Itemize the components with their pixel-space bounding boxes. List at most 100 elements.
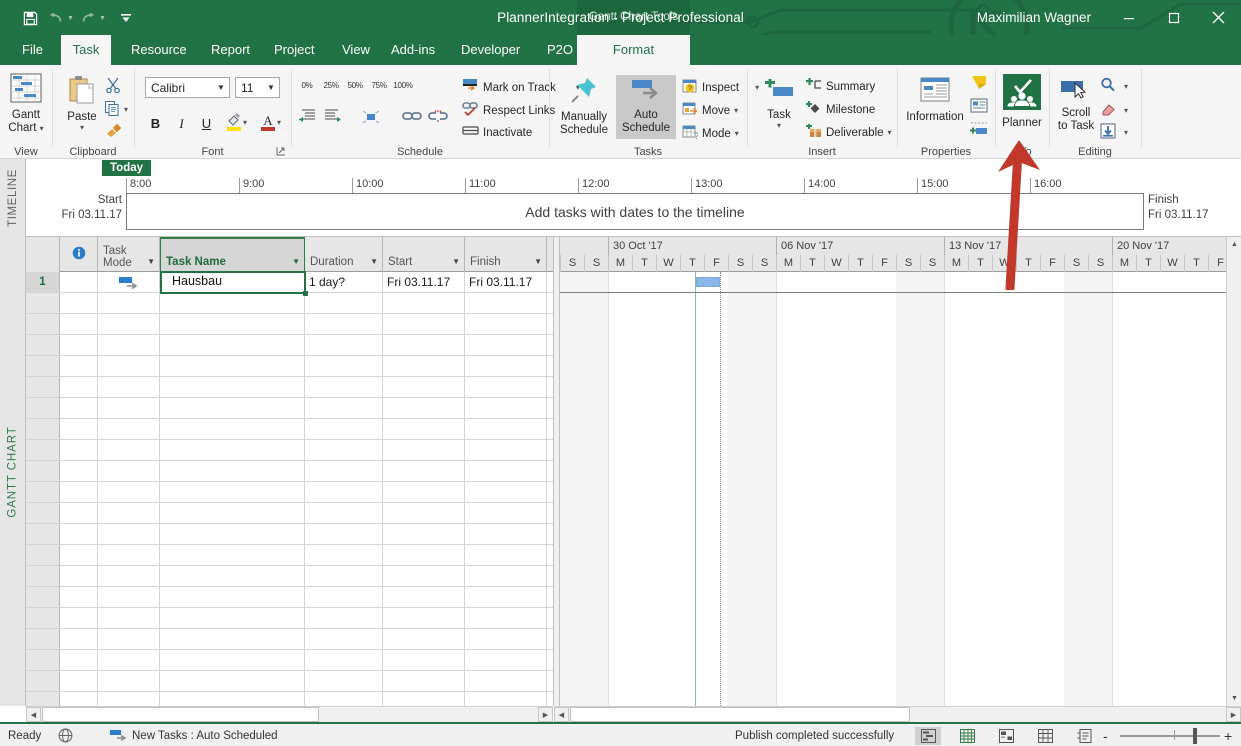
cell-finish[interactable]: [465, 566, 547, 586]
cell-task-name[interactable]: [160, 461, 305, 481]
task-insert-button[interactable]: Task ▾: [758, 77, 800, 130]
cell-start[interactable]: [383, 356, 465, 376]
cell-start[interactable]: [383, 293, 465, 313]
table-row[interactable]: [26, 566, 553, 587]
cell-duration[interactable]: [305, 545, 383, 565]
cell-duration[interactable]: [305, 482, 383, 502]
cell-task-name[interactable]: [160, 314, 305, 334]
percent-complete-100-button[interactable]: 100%: [392, 77, 414, 91]
cell-info[interactable]: [60, 482, 98, 502]
copy-chevron-down-icon[interactable]: ▾: [124, 106, 128, 114]
cell-start[interactable]: [383, 524, 465, 544]
cell-finish[interactable]: [465, 440, 547, 460]
view-button-reports[interactable]: [1071, 727, 1097, 745]
summary-button[interactable]: Summary: [806, 78, 875, 95]
cell-finish[interactable]: [465, 671, 547, 691]
cell-duration[interactable]: [305, 503, 383, 523]
table-row[interactable]: [26, 356, 553, 377]
task-name-sort-chevron-down-icon[interactable]: ▼: [292, 257, 300, 266]
scroll-to-task-button[interactable]: Scroll to Task: [1052, 77, 1100, 133]
table-row[interactable]: [26, 461, 553, 482]
fill-down-chevron-down-icon[interactable]: ▾: [1124, 128, 1128, 137]
table-row[interactable]: [26, 692, 553, 706]
cell-start[interactable]: [383, 314, 465, 334]
percent-complete-50-button[interactable]: 50%: [344, 77, 366, 91]
task-insert-chevron-down-icon[interactable]: ▾: [777, 122, 781, 130]
cell-finish[interactable]: [465, 545, 547, 565]
gantt-bar-hausbau[interactable]: [696, 277, 720, 287]
cell-duration[interactable]: [305, 566, 383, 586]
column-header-duration[interactable]: Duration ▼: [305, 237, 383, 272]
cell-task-name[interactable]: [160, 692, 305, 706]
table-row[interactable]: [26, 524, 553, 545]
move-button[interactable]: Move ▾: [682, 101, 738, 120]
cell-task-mode[interactable]: [98, 293, 160, 313]
underline-button[interactable]: U: [196, 113, 217, 134]
gantt-scroll-thumb[interactable]: [570, 707, 910, 722]
percent-complete-0-button[interactable]: 0%: [296, 77, 318, 91]
cell-task-mode[interactable]: [98, 545, 160, 565]
move-chevron-down-icon[interactable]: ▾: [734, 106, 738, 115]
task-mode-sort-chevron-down-icon[interactable]: ▼: [147, 257, 155, 266]
cell-duration[interactable]: 1 day?: [305, 272, 383, 292]
cell-start[interactable]: [383, 419, 465, 439]
cell-finish[interactable]: [465, 335, 547, 355]
table-horizontal-scrollbar[interactable]: ◀ ▶: [26, 706, 553, 722]
selection-fill-handle[interactable]: [303, 291, 308, 296]
inactivate-button[interactable]: Inactivate: [462, 124, 532, 141]
status-new-tasks[interactable]: New Tasks : Auto Scheduled: [132, 724, 278, 746]
view-button-task-usage[interactable]: [954, 727, 980, 745]
table-row[interactable]: [26, 440, 553, 461]
start-sort-chevron-down-icon[interactable]: ▼: [452, 257, 460, 266]
close-icon[interactable]: [1196, 0, 1241, 35]
cell-duration[interactable]: [305, 608, 383, 628]
cut-button[interactable]: [105, 77, 121, 96]
cell-finish[interactable]: [465, 587, 547, 607]
cell-task-mode[interactable]: [98, 650, 160, 670]
cell-finish[interactable]: [465, 377, 547, 397]
cell-info[interactable]: [60, 608, 98, 628]
cell-task-name[interactable]: [160, 608, 305, 628]
table-row[interactable]: [26, 377, 553, 398]
cell-info[interactable]: [60, 419, 98, 439]
find-chevron-down-icon[interactable]: ▾: [1124, 82, 1128, 91]
column-header-finish[interactable]: Finish ▼: [465, 237, 547, 272]
cell-start[interactable]: Fri 03.11.17: [383, 272, 465, 292]
timeline-band[interactable]: Add tasks with dates to the timeline: [126, 193, 1144, 230]
cell-finish[interactable]: [465, 692, 547, 706]
cell-finish[interactable]: [465, 629, 547, 649]
cell-task-mode[interactable]: [98, 440, 160, 460]
cell-info[interactable]: [60, 524, 98, 544]
scroll-down-icon[interactable]: ▼: [1227, 691, 1241, 706]
cell-task-mode[interactable]: [98, 398, 160, 418]
cell-finish[interactable]: [465, 650, 547, 670]
bold-button[interactable]: B: [145, 113, 166, 134]
cell-start[interactable]: [383, 461, 465, 481]
duration-sort-chevron-down-icon[interactable]: ▼: [370, 257, 378, 266]
tab-developer[interactable]: Developer: [449, 35, 532, 65]
cell-task-name[interactable]: [160, 440, 305, 460]
cell-duration[interactable]: [305, 356, 383, 376]
gantt-scroll-left-icon[interactable]: ◀: [554, 707, 569, 722]
cell-start[interactable]: [383, 545, 465, 565]
column-header-task-name[interactable]: Task Name ▼: [160, 237, 305, 272]
cell-duration[interactable]: [305, 335, 383, 355]
font-color-button[interactable]: A: [257, 111, 278, 132]
cell-task-name[interactable]: [160, 545, 305, 565]
table-row[interactable]: [26, 293, 553, 314]
tab-resource[interactable]: Resource: [119, 35, 199, 65]
view-button-gantt-chart[interactable]: [915, 727, 941, 745]
cell-task-mode[interactable]: [98, 356, 160, 376]
cell-finish[interactable]: [465, 524, 547, 544]
cell-info[interactable]: [60, 272, 98, 292]
font-color-chevron-down-icon[interactable]: ▾: [277, 119, 281, 127]
cell-finish[interactable]: [465, 314, 547, 334]
cell-task-mode[interactable]: [98, 335, 160, 355]
mode-chevron-down-icon[interactable]: ▾: [735, 129, 739, 138]
gantt-chart-button[interactable]: Gantt Chart ▾: [4, 73, 48, 135]
cell-task-mode[interactable]: [98, 524, 160, 544]
respect-links-button[interactable]: Respect Links: [462, 101, 555, 120]
information-button[interactable]: Information: [900, 77, 970, 124]
background-color-chevron-down-icon[interactable]: ▾: [243, 119, 247, 127]
selected-cell-task-name[interactable]: Hausbau: [160, 271, 306, 294]
